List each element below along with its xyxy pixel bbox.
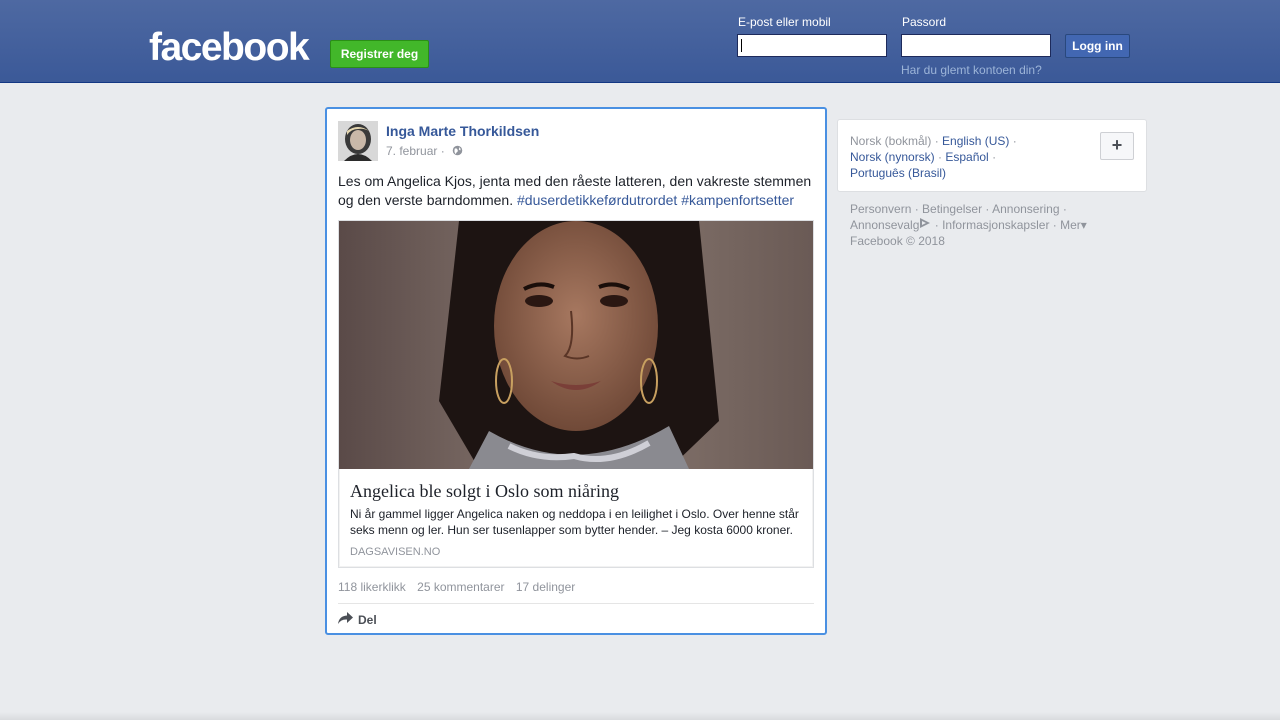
password-label: Passord xyxy=(902,15,947,29)
email-label: E-post eller mobil xyxy=(738,15,831,29)
hashtag-link[interactable]: #duserdetikkeførdutrordet xyxy=(517,192,677,208)
share-button[interactable]: Del xyxy=(338,612,377,627)
post-stats: 118 likerklikk 25 kommentarer 17 delinge… xyxy=(338,580,583,594)
divider xyxy=(338,603,814,604)
globe-icon[interactable] xyxy=(452,145,463,159)
language-link[interactable]: English (US) xyxy=(942,134,1009,148)
footer-link-terms[interactable]: Betingelser xyxy=(922,202,982,216)
footer-link-privacy[interactable]: Personvern xyxy=(850,202,911,216)
language-link[interactable]: Norsk (nynorsk) xyxy=(850,150,935,164)
facebook-logo[interactable]: facebook xyxy=(149,26,310,70)
article-image[interactable] xyxy=(339,221,813,469)
likes-count[interactable]: 118 likerklikk xyxy=(338,580,406,594)
language-selector: Norsk (bokmål) · English (US) · Norsk (n… xyxy=(837,119,1147,192)
hashtag-link[interactable]: #kampenfortsetter xyxy=(681,192,794,208)
caret-down-icon: ▾ xyxy=(1080,218,1087,232)
language-link[interactable]: Português (Brasil) xyxy=(850,166,946,180)
post-card: Inga Marte Thorkildsen 7. februar · Les … xyxy=(325,107,827,635)
footer-link-adchoices[interactable]: Annonsevalg xyxy=(850,218,919,232)
bottom-shade xyxy=(0,712,1280,720)
top-bar: facebook Registrer deg E-post eller mobi… xyxy=(0,0,1280,83)
article-description: Ni år gammel ligger Angelica naken og ne… xyxy=(350,507,799,537)
adchoices-icon xyxy=(919,218,931,232)
footer-links: Personvern · Betingelser · Annonsering ·… xyxy=(850,202,1087,248)
article-title[interactable]: Angelica ble solgt i Oslo som niåring xyxy=(350,481,805,502)
share-icon xyxy=(338,612,353,627)
password-field[interactable] xyxy=(901,34,1051,57)
current-language: Norsk (bokmål) xyxy=(850,134,932,148)
article-domain: DAGSAVISEN.NO xyxy=(350,546,441,558)
footer-link-cookies[interactable]: Informasjonskapsler xyxy=(942,218,1049,232)
copyright: Facebook © 2018 xyxy=(850,234,945,248)
language-list: Norsk (bokmål) · English (US) · Norsk (n… xyxy=(850,134,1017,180)
post-meta: 7. februar · xyxy=(386,144,463,159)
login-button[interactable]: Logg inn xyxy=(1065,34,1130,58)
register-button[interactable]: Registrer deg xyxy=(330,40,429,68)
comments-count[interactable]: 25 kommentarer xyxy=(417,580,504,594)
more-languages-button[interactable]: + xyxy=(1100,132,1134,160)
email-field[interactable] xyxy=(737,34,887,57)
post-date[interactable]: 7. februar xyxy=(386,144,437,158)
footer-link-advertising[interactable]: Annonsering xyxy=(992,202,1059,216)
link-preview[interactable]: Angelica ble solgt i Oslo som niåring Ni… xyxy=(338,220,814,568)
shares-count[interactable]: 17 delinger xyxy=(516,580,575,594)
footer-link-more[interactable]: Mer xyxy=(1060,218,1081,232)
share-label: Del xyxy=(358,612,377,627)
forgot-account-link[interactable]: Har du glemt kontoen din? xyxy=(901,63,1042,77)
post-text: Les om Angelica Kjos, jenta med den råes… xyxy=(338,172,818,210)
post-author[interactable]: Inga Marte Thorkildsen xyxy=(386,123,539,139)
language-link[interactable]: Español xyxy=(945,150,988,164)
date-separator: · xyxy=(440,144,445,158)
avatar[interactable] xyxy=(338,121,378,161)
